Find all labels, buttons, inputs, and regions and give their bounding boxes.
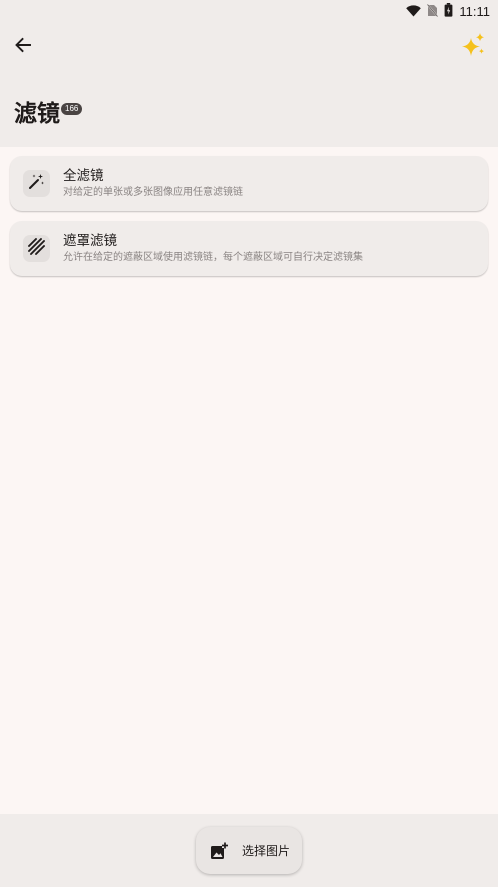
- bottom-bar: 选择图片: [0, 814, 498, 887]
- card-subtitle: 对给定的单张或多张图像应用任意滤镜链: [63, 187, 243, 198]
- magic-wand-icon: [28, 173, 45, 194]
- card-icon-box: [23, 170, 50, 197]
- page-title: 滤镜: [14, 101, 60, 127]
- pick-image-label: 选择图片: [242, 844, 291, 858]
- count-badge: 166: [61, 103, 83, 115]
- status-bar: 11:11: [0, 0, 498, 22]
- arrow-left-icon: [14, 36, 32, 58]
- status-icons: 11:11: [406, 2, 490, 20]
- card-title: 遮罩滤镜: [63, 233, 117, 249]
- battery-icon: [444, 2, 453, 21]
- back-button[interactable]: [10, 34, 36, 60]
- add-image-icon: [210, 841, 228, 860]
- wifi-icon: [406, 2, 422, 21]
- title-row: 滤镜 166: [14, 100, 83, 128]
- card-mask-filter[interactable]: 遮罩滤镜 允许在给定的遮蔽区域使用滤镜链，每个遮蔽区域可自行决定滤镜集: [10, 221, 488, 276]
- card-subtitle: 允许在给定的遮蔽区域使用滤镜链，每个遮蔽区域可自行决定滤镜集: [63, 252, 363, 263]
- top-app-bar: 滤镜 166: [0, 22, 498, 147]
- card-full-filter[interactable]: 全滤镜 对给定的单张或多张图像应用任意滤镜链: [10, 156, 488, 211]
- card-icon-box: [23, 235, 50, 262]
- sparkles-icon: [460, 32, 486, 62]
- pick-image-button[interactable]: 选择图片: [196, 827, 302, 874]
- mask-stripes-icon: [28, 238, 45, 259]
- card-title: 全滤镜: [63, 168, 104, 184]
- status-time: 11:11: [459, 3, 490, 19]
- no-sim-icon: [426, 2, 440, 21]
- sparkle-button[interactable]: [458, 32, 488, 62]
